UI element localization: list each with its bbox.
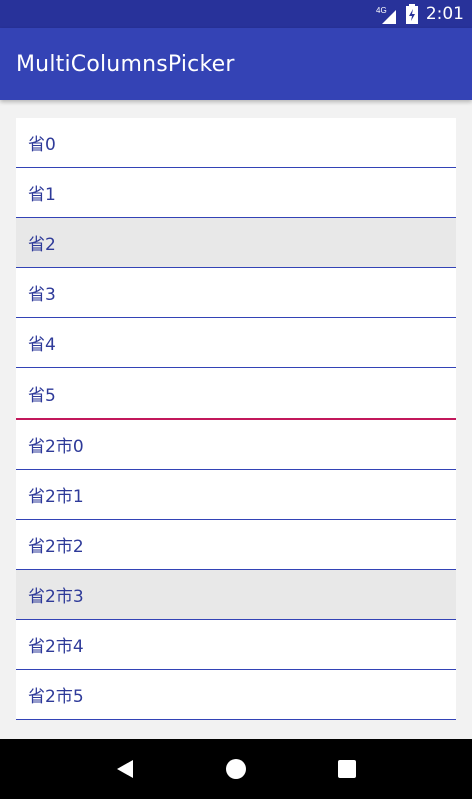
city-item-label: 省2市4 [28,637,84,657]
city-item-label: 省2市5 [28,687,84,707]
province-item-label: 省1 [28,185,56,205]
province-item-label: 省4 [28,335,56,355]
network-type-label: 4G [376,6,387,15]
app-bar: MultiColumnsPicker [0,28,472,100]
city-item-label: 省2市1 [28,487,84,507]
city-item-selected[interactable]: 省2市3 [16,570,456,620]
province-item[interactable]: 省0 [16,118,456,168]
app-title: MultiColumnsPicker [16,51,235,77]
city-item[interactable]: 省2市5 [16,670,456,720]
svg-text:×: × [390,17,395,24]
status-bar: 4G × 2:01 [0,0,472,28]
province-item-label: 省0 [28,135,56,155]
city-item-label: 省2市3 [28,587,84,607]
city-item-label: 省2市2 [28,537,84,557]
status-time: 2:01 [425,4,464,24]
city-item[interactable]: 省2市0 [16,420,456,470]
province-list[interactable]: 省0 省1 省2 省3 省4 省5 [16,118,456,418]
city-item[interactable]: 省2市2 [16,520,456,570]
province-item-label: 省2 [28,235,56,255]
city-list[interactable]: 省2市0 省2市1 省2市2 省2市3 省2市4 省2市5 [16,420,456,720]
city-item[interactable]: 省2市4 [16,620,456,670]
province-item[interactable]: 省4 [16,318,456,368]
province-item[interactable]: 省5 [16,368,456,418]
city-item-label: 省2市0 [28,437,84,457]
province-item-label: 省3 [28,285,56,305]
province-item-label: 省5 [28,385,56,406]
province-item-selected[interactable]: 省2 [16,218,456,268]
picker-content: 省0 省1 省2 省3 省4 省5 省2市0 省2市1 省2市2 省2市3 省2… [16,118,456,720]
network-signal-icon: 4G × [376,4,398,24]
battery-icon [405,4,418,24]
city-item[interactable]: 省2市1 [16,470,456,520]
navigation-bar [0,739,472,799]
recents-icon[interactable] [334,756,360,782]
province-item[interactable]: 省1 [16,168,456,218]
province-item[interactable]: 省3 [16,268,456,318]
back-icon[interactable] [112,756,138,782]
home-icon[interactable] [223,756,249,782]
